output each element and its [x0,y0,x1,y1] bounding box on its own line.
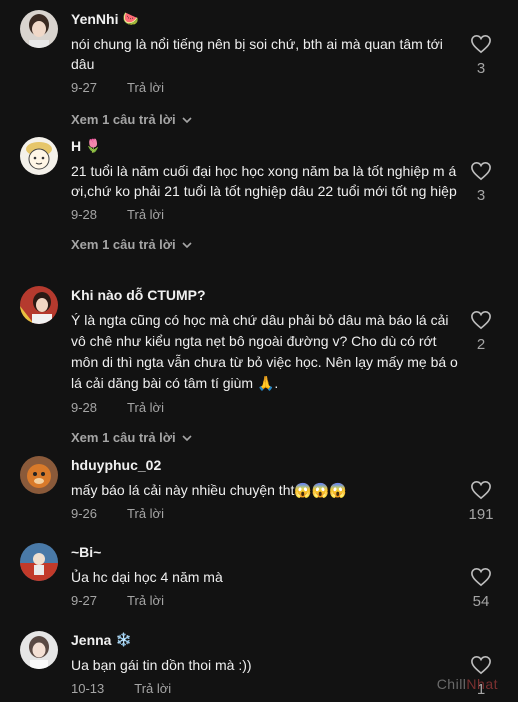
like-count: 191 [468,506,494,523]
comment-username[interactable]: hduyphuc_02 [71,456,458,474]
comment-date: 9-27 [71,593,98,608]
chevron-down-icon [182,241,192,248]
tulip-emoji: 🌷 [85,138,102,153]
comment-date: 9-27 [71,80,98,95]
view-replies-button[interactable]: Xem 1 câu trả lời [71,430,458,446]
avatar[interactable] [20,631,58,669]
watermelon-emoji: 🍉 [122,11,139,26]
comment-username[interactable]: ~Bi~ [71,543,458,561]
reply-button[interactable]: Trả lời [127,593,164,609]
comment-text: nói chung là nổi tiếng nên bị soi chứ, b… [71,36,443,72]
comment-username[interactable]: YenNhi 🍉 [71,10,458,28]
heart-icon [471,567,491,587]
avatar[interactable] [20,543,58,581]
comment-date: 9-26 [71,506,98,521]
like-control[interactable]: 54 [464,567,498,611]
like-control[interactable]: 3 [464,34,498,78]
comment-username[interactable]: Khi nào dỗ CTUMP? [71,286,458,304]
comment-text: Ý là ngta cũng có học mà chứ dâu phải bỏ… [71,312,458,391]
comment-date: 10-13 [71,681,105,696]
comment-text: Ua bạn gái tin dồn thoi mà :)) [71,657,252,673]
view-replies-button[interactable]: Xem 1 câu trả lời [71,237,458,253]
avatar[interactable] [20,10,58,48]
heart-icon [471,34,491,54]
like-control[interactable]: 191 [464,480,498,524]
like-control[interactable]: 2 [464,310,498,354]
like-count: 3 [476,187,486,204]
comment-date: 9-28 [71,207,98,222]
comment-date: 9-28 [71,400,98,415]
reply-button[interactable]: Trả lời [127,506,164,522]
comment-username[interactable]: H 🌷 [71,137,458,155]
heart-icon [471,480,491,500]
heart-icon [471,161,491,181]
comment-text: mấy báo lá cải này nhiều chuyện tht😱😱😱 [71,482,347,498]
reply-button[interactable]: Trả lời [127,207,164,223]
like-control[interactable]: 3 [464,161,498,205]
chevron-down-icon [182,434,192,441]
reply-button[interactable]: Trả lời [127,400,164,416]
chevron-down-icon [182,116,192,123]
reply-button[interactable]: Trả lời [134,681,171,697]
like-count: 54 [472,593,490,610]
reply-button[interactable]: Trả lời [127,80,164,96]
heart-icon [471,310,491,330]
view-replies-button[interactable]: Xem 1 câu trả lời [71,112,458,128]
comment-username[interactable]: Jenna ❄️ [71,631,458,649]
like-count: 3 [476,60,486,77]
avatar[interactable] [20,456,58,494]
like-count: 2 [476,336,486,353]
comment-text: Ủa hc dại học 4 năm mà [71,569,223,585]
snowflake-emoji: ❄️ [115,632,132,647]
watermark: ChillNhat [436,676,498,692]
avatar[interactable] [20,137,58,175]
avatar[interactable] [20,286,58,324]
comment-text: 21 tuổi là năm cuối đại học học xong năm… [71,163,457,199]
heart-icon [471,655,491,675]
